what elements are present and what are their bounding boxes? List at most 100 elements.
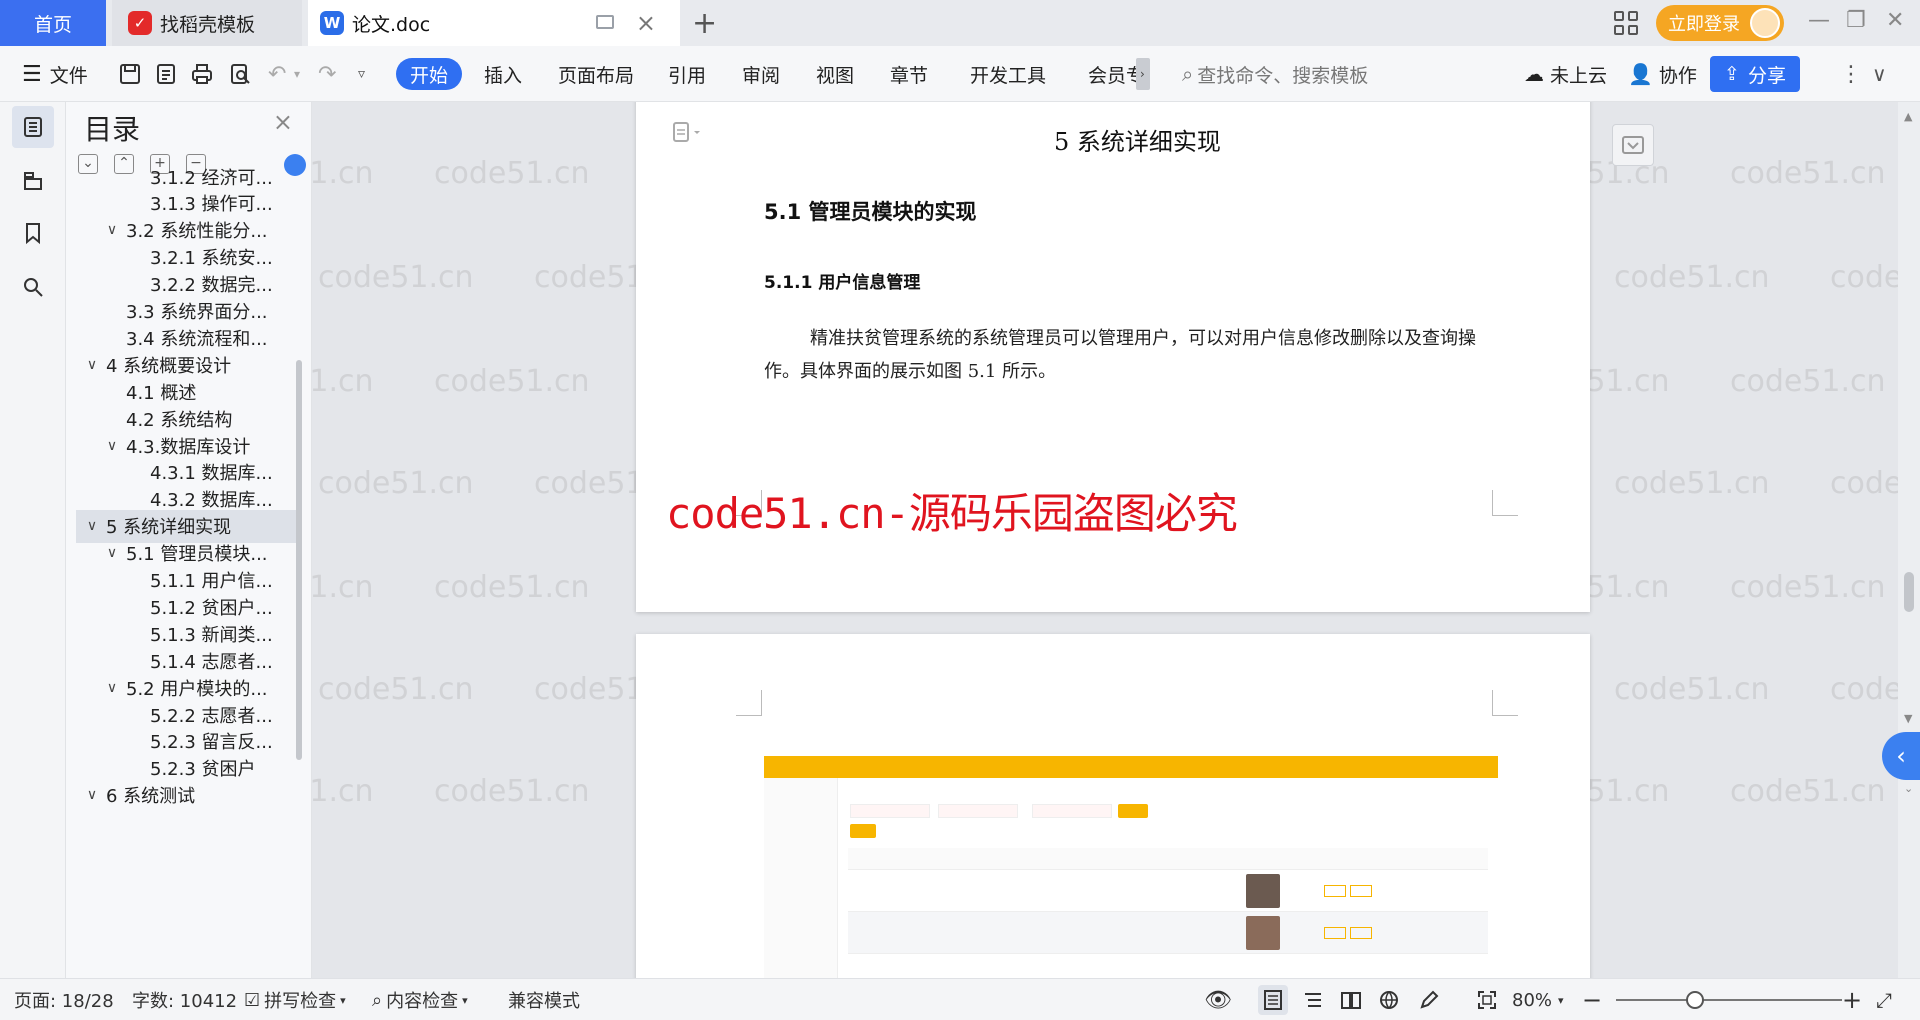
tab-view[interactable]: 视图 <box>816 46 854 102</box>
tab-start[interactable]: 开始 <box>396 58 462 90</box>
word-count[interactable]: 字数: 10412 <box>132 979 237 1020</box>
tab-daoke-label: 找稻壳模板 <box>160 13 256 36</box>
body-paragraph[interactable]: 精准扶贫管理系统的系统管理员可以管理用户，可以对用户信息修改删除以及查询操作。具… <box>764 322 1504 388</box>
spell-check-button[interactable]: ☑ 拼写检查 ▾ <box>244 979 346 1020</box>
chevron-down-icon[interactable]: ∨ <box>82 787 102 803</box>
web-view-icon[interactable] <box>1374 985 1404 1015</box>
toc-item-label: 3.1.3 操作可... <box>150 194 273 216</box>
navigation-panel-icon[interactable] <box>12 160 54 202</box>
restore-icon[interactable]: ❐ <box>1846 8 1866 33</box>
print-preview-icon[interactable] <box>228 62 252 86</box>
outline-view-icon[interactable] <box>1298 985 1328 1015</box>
compat-mode[interactable]: 兼容模式 <box>508 979 580 1020</box>
fullscreen-icon[interactable]: ⤢ <box>1876 979 1892 1020</box>
collapse-ribbon-icon[interactable]: ∨ <box>1872 46 1887 102</box>
redo-icon[interactable]: ↷ <box>318 46 336 102</box>
tab-page-layout[interactable]: 页面布局 <box>558 46 634 102</box>
scroll-up-icon[interactable]: ▲ <box>1904 110 1912 123</box>
chevron-down-icon[interactable]: ∨ <box>102 545 122 561</box>
more-options-icon[interactable]: ⋮ <box>1840 46 1862 102</box>
zoom-slider[interactable] <box>1616 999 1842 1001</box>
toc-item-label: 5.1.1 用户信... <box>150 571 273 592</box>
toc-item[interactable]: ∨ 6 系统测试 <box>76 779 302 812</box>
toc-item-label: 5.1.2 贫困户... <box>150 597 273 619</box>
content-check-button[interactable]: ⌕ 内容检查 ▾ <box>372 979 468 1020</box>
close-tab-icon[interactable]: × <box>636 9 656 37</box>
minimize-icon[interactable]: — <box>1808 8 1830 33</box>
figure-main <box>842 778 1498 978</box>
collaborate-label: 协作 <box>1658 64 1697 87</box>
tab-insert[interactable]: 插入 <box>484 46 522 102</box>
tab-home[interactable]: 首页 <box>0 0 106 46</box>
margin-mark <box>736 690 762 716</box>
tab-document[interactable]: W 论文.doc × <box>308 0 680 46</box>
margin-mark <box>1492 490 1518 516</box>
bookmark-icon[interactable] <box>12 212 54 254</box>
section-heading[interactable]: 5.1 管理员模块的实现 <box>764 196 977 226</box>
login-button[interactable]: 立即登录 <box>1656 5 1784 41</box>
new-tab-icon[interactable]: + <box>692 6 717 41</box>
subsection-heading[interactable]: 5.1.1 用户信息管理 <box>764 268 920 293</box>
reading-view-icon[interactable] <box>1336 985 1366 1015</box>
chevron-down-icon[interactable]: ∨ <box>82 357 102 373</box>
tab-devtools[interactable]: 开发工具 <box>970 46 1046 102</box>
page[interactable] <box>636 634 1590 978</box>
chapter-heading[interactable]: 5 系统详细实现 <box>1054 122 1221 157</box>
scroll-down-icon[interactable]: ▼ <box>1904 712 1912 725</box>
toc-item-label: 4.2 系统结构 <box>126 409 233 431</box>
dropdown-icon: ▾ <box>1558 993 1564 1007</box>
fit-page-icon[interactable] <box>1472 985 1502 1015</box>
scroll-thumb[interactable] <box>1904 572 1914 612</box>
page-menu-icon[interactable] <box>672 122 702 144</box>
watermark-banner: code51.cn-源码乐园盗图必究 <box>666 489 1238 538</box>
page-side-toggle-icon[interactable] <box>1612 124 1654 166</box>
monitor-icon[interactable] <box>596 15 614 29</box>
page-view-icon[interactable] <box>1258 985 1288 1015</box>
tab-review[interactable]: 审阅 <box>742 46 780 102</box>
export-pdf-icon[interactable] <box>154 62 178 86</box>
command-search-placeholder: 查找命令、搜索模板 <box>1197 64 1369 87</box>
document-area[interactable]: code51.cn code51.cn code51.cn code51.cn code… <box>312 102 1900 978</box>
menu-file[interactable]: ☰ 文件 <box>22 46 88 102</box>
grid-apps-icon[interactable] <box>1614 11 1638 35</box>
zoom-level[interactable]: 80% ▾ <box>1512 979 1564 1020</box>
chevron-down-icon[interactable]: ∨ <box>102 438 122 454</box>
zoom-slider-knob[interactable] <box>1686 991 1704 1009</box>
undo-icon[interactable]: ↶ <box>268 46 286 102</box>
share-button[interactable]: ⇪ 分享 <box>1710 56 1800 92</box>
chevron-down-icon[interactable]: ∨ <box>102 680 122 696</box>
toc-item-label: 5.2.3 贫困户 <box>150 759 256 781</box>
chevron-down-icon[interactable]: ∨ <box>82 518 102 534</box>
tab-daoke-templates[interactable]: ✓ 找稻壳模板 <box>112 0 302 46</box>
search-panel-icon[interactable] <box>12 266 54 308</box>
tab-chapter[interactable]: 章节 <box>890 46 928 102</box>
toc-item-label: 3.1.2 经济可... <box>150 167 273 189</box>
toc-scrollbar[interactable] <box>296 360 302 760</box>
tab-reference[interactable]: 引用 <box>668 46 706 102</box>
zoom-out-icon[interactable]: − <box>1582 979 1602 1020</box>
write-mode-icon[interactable] <box>1414 985 1444 1015</box>
print-icon[interactable] <box>190 62 214 86</box>
page-indicator[interactable]: 页面: 18/28 <box>14 979 114 1020</box>
chevron-down-icon[interactable]: ∨ <box>102 222 122 238</box>
next-page-icon[interactable]: ⌄ <box>1904 782 1913 795</box>
zoom-in-icon[interactable]: + <box>1842 979 1862 1020</box>
figure-user-photo <box>1246 916 1280 950</box>
page[interactable]: 5 系统详细实现 5.1 管理员模块的实现 5.1.1 用户信息管理 精准扶贫管… <box>636 102 1590 612</box>
save-icon[interactable] <box>118 62 142 86</box>
hamburger-icon: ☰ <box>22 61 42 87</box>
tab-document-label: 论文.doc <box>352 13 431 36</box>
toc-close-icon[interactable]: × <box>273 108 293 136</box>
close-window-icon[interactable]: ✕ <box>1886 8 1904 33</box>
vertical-scrollbar[interactable]: ▲ ▼ ⌃ ⌄ <box>1898 102 1920 978</box>
toc-panel-icon[interactable] <box>12 106 54 148</box>
cloud-status[interactable]: ☁ 未上云 <box>1524 46 1607 102</box>
quick-access-dropdown-icon[interactable]: ▿ <box>358 46 365 102</box>
watermark-text: code51.cn <box>312 570 374 605</box>
command-search[interactable]: ⌕ 查找命令、搜索模板 <box>1182 46 1368 102</box>
watermark-text: code51.cn <box>1614 466 1770 501</box>
eye-protection-icon[interactable]: 👁 <box>1204 979 1232 1020</box>
dropdown-icon: ▾ <box>462 993 468 1007</box>
collaborate-button[interactable]: 👤 协作 <box>1628 46 1697 102</box>
undo-dropdown-icon[interactable]: ▾ <box>294 46 300 102</box>
